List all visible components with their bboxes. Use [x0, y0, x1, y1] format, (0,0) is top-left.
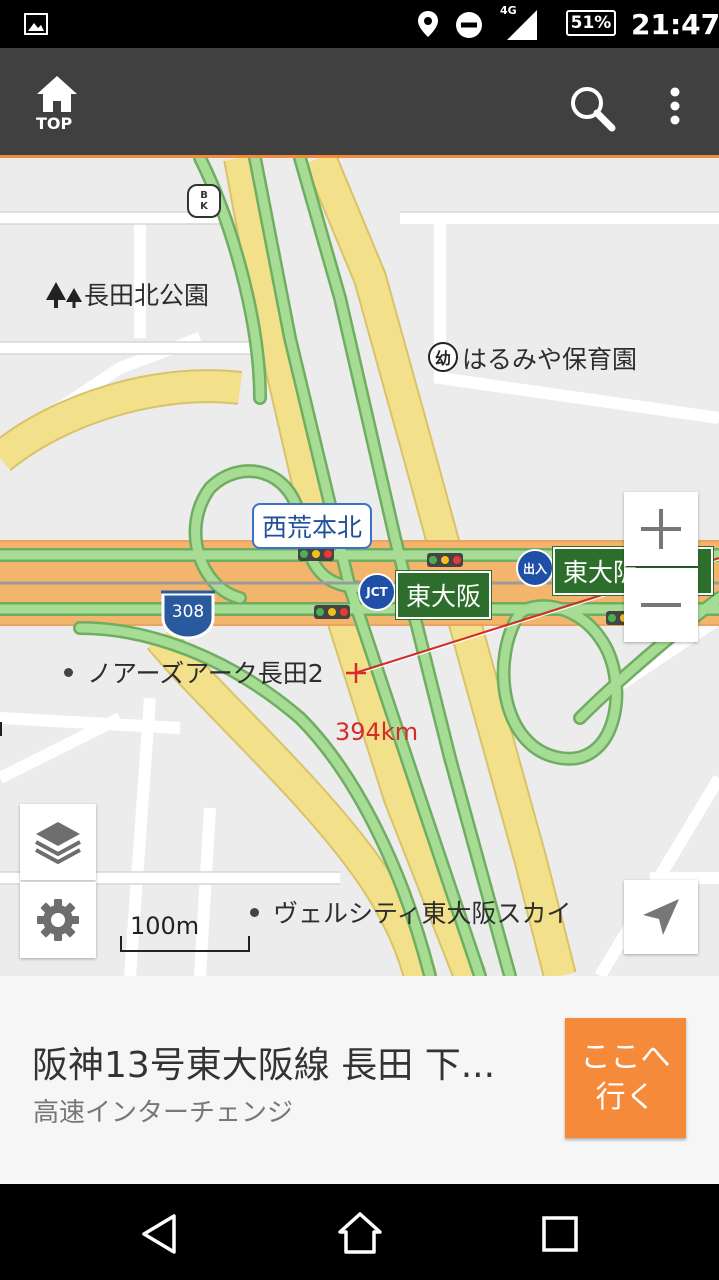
traffic-light-2	[427, 553, 463, 567]
place-title: 阪神13号東大阪線 長田 下...	[32, 1045, 496, 1086]
battery-icon: 51%	[566, 10, 616, 36]
go-here-line2: 行く	[595, 1080, 656, 1115]
back-icon[interactable]	[138, 1212, 182, 1256]
route-number-shield: 308	[159, 590, 217, 640]
location-icon	[418, 11, 438, 37]
home-nav-icon[interactable]	[336, 1210, 384, 1256]
navigation-arrow-icon	[643, 899, 679, 935]
gallery-notification-icon	[24, 13, 48, 35]
home-label: TOP	[36, 114, 73, 133]
distance-label: 394km	[335, 718, 419, 746]
home-icon	[37, 76, 77, 112]
poi-dot	[250, 907, 259, 917]
go-here-line1: ここへ	[580, 1040, 671, 1075]
signal-icon	[507, 10, 537, 40]
traffic-light-3	[314, 605, 350, 619]
place-info-sheet[interactable]: 阪神13号東大阪線 長田 下... 高速インターチェンジ ここへ 行く	[0, 976, 719, 1184]
do-not-disturb-icon	[456, 12, 482, 38]
junction-sign[interactable]: 東大阪	[396, 571, 492, 619]
poi-noahs-ark[interactable]: ノアーズアーク長田2	[64, 654, 324, 690]
selected-point-marker	[346, 663, 366, 683]
edge-marker	[0, 722, 2, 736]
status-time: 21:47	[631, 8, 719, 41]
exit-badge: 出入	[516, 549, 554, 587]
bk-mark: BK	[187, 184, 221, 218]
layers-icon	[35, 822, 81, 865]
minus-icon	[641, 603, 681, 607]
home-button[interactable]: TOP	[30, 74, 84, 136]
plus-icon	[641, 509, 681, 549]
more-options-icon[interactable]	[668, 86, 682, 126]
recents-icon[interactable]	[540, 1214, 580, 1254]
search-icon[interactable]	[568, 84, 616, 132]
go-here-button[interactable]: ここへ 行く	[565, 1018, 686, 1138]
kindergarten-label[interactable]: はるみや保育園	[462, 340, 637, 376]
park-label[interactable]: 長田北公園	[84, 276, 209, 312]
system-navigation-bar	[0, 1184, 719, 1280]
poi-dot	[64, 667, 73, 677]
zoom-in-button[interactable]	[624, 492, 698, 566]
map-view[interactable]: BK 長田北公園 幼 はるみや保育園 西荒本北 JCT 東大阪 出入 東大阪 3…	[0, 158, 719, 976]
my-location-button[interactable]	[624, 880, 698, 954]
app-bar: TOP	[0, 48, 719, 158]
zoom-out-button[interactable]	[624, 568, 698, 642]
gear-icon	[37, 899, 79, 941]
kindergarten-icon: 幼	[428, 342, 458, 372]
scale-bar: 100m	[120, 910, 250, 954]
intersection-label[interactable]: 西荒本北	[252, 503, 373, 549]
park-icon	[46, 282, 82, 308]
layers-button[interactable]	[20, 804, 96, 880]
status-bar: 4G 51% 21:47	[0, 0, 719, 48]
settings-button[interactable]	[20, 882, 96, 958]
battery-level: 51%	[570, 13, 612, 33]
place-category: 高速インターチェンジ	[33, 1098, 294, 1128]
traffic-light-1	[298, 547, 334, 561]
poi-velcity[interactable]: ヴェルシティ東大阪スカイ	[250, 894, 572, 930]
jct-badge: JCT	[358, 573, 396, 611]
